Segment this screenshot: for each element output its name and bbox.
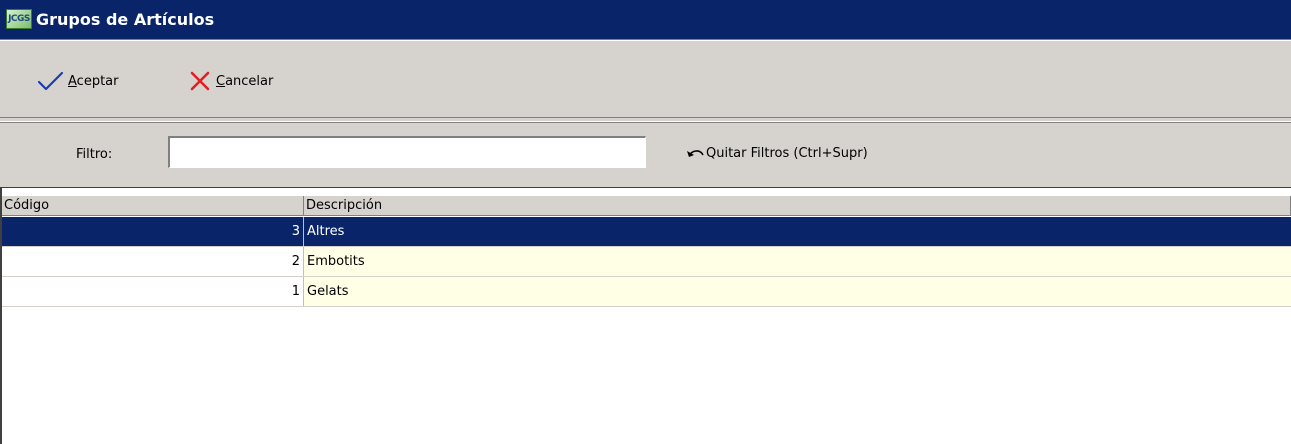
cell-descripcion: Gelats <box>304 277 1291 306</box>
cancel-label: Cancelar <box>216 73 274 89</box>
groups-grid[interactable]: Código Descripción 3 Altres 2 Embotits 1… <box>0 188 1291 444</box>
accept-label: Aceptar <box>68 73 119 89</box>
cell-codigo: 3 <box>2 217 304 246</box>
table-row[interactable]: 2 Embotits <box>2 247 1291 277</box>
toolbar: Aceptar Cancelar <box>0 40 1291 118</box>
grid-header: Código Descripción <box>2 196 1291 216</box>
accept-button[interactable]: Aceptar <box>36 69 118 93</box>
grid-rows: 3 Altres 2 Embotits 1 Gelats <box>2 217 1291 307</box>
clear-filters-label: Quitar Filtros (Ctrl+Supr) <box>706 146 868 161</box>
column-header-descripcion[interactable]: Descripción <box>304 196 1291 215</box>
x-mark-icon <box>190 71 210 91</box>
cell-codigo: 1 <box>2 277 304 306</box>
checkmark-icon <box>37 71 64 91</box>
table-row[interactable]: 3 Altres <box>2 217 1291 247</box>
clear-filters-button[interactable]: Quitar Filtros (Ctrl+Supr) <box>686 146 868 161</box>
filter-bar: Filtro: Quitar Filtros (Ctrl+Supr) <box>0 122 1291 188</box>
cell-codigo: 2 <box>2 247 304 276</box>
undo-arrow-icon <box>687 149 704 157</box>
table-row[interactable]: 1 Gelats <box>2 277 1291 307</box>
cell-descripcion: Altres <box>304 217 1291 246</box>
cancel-button[interactable]: Cancelar <box>188 69 273 93</box>
cell-descripcion: Embotits <box>304 247 1291 276</box>
column-header-codigo[interactable]: Código <box>2 196 304 215</box>
filter-input[interactable] <box>168 136 646 168</box>
window-title: Grupos de Artículos <box>36 10 215 29</box>
filter-label: Filtro: <box>76 147 113 162</box>
title-bar: JCGS Grupos de Artículos <box>0 0 1291 40</box>
app-icon: JCGS <box>6 9 32 29</box>
